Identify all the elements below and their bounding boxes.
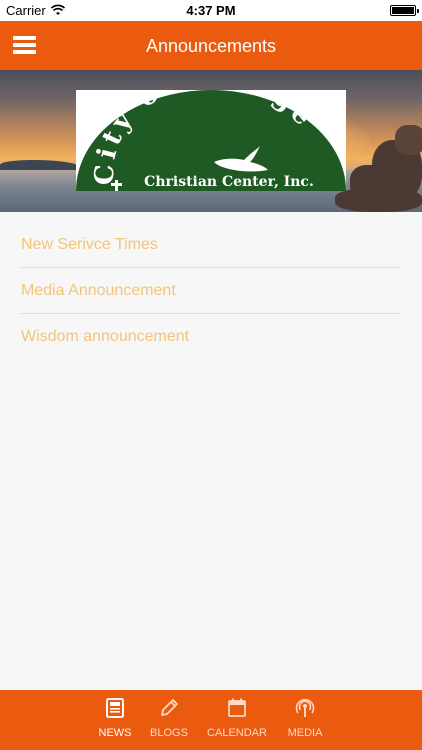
clock: 4:37 PM — [186, 3, 236, 18]
header-banner-image: City of Refuge Christian Center, Inc. — [0, 70, 422, 212]
announcement-list: New Serivce Times Media Announcement Wis… — [0, 222, 422, 360]
tab-calendar[interactable]: CALENDAR — [205, 690, 269, 750]
tab-label: BLOGS — [150, 727, 188, 739]
tab-label: NEWS — [98, 727, 132, 739]
battery-icon — [390, 5, 419, 16]
tab-blogs[interactable]: BLOGS — [148, 690, 190, 750]
announcement-item[interactable]: Wisdom announcement — [21, 314, 401, 360]
page-title: Announcements — [145, 36, 277, 56]
calendar-icon — [228, 698, 246, 717]
church-logo: City of Refuge Christian Center, Inc. — [76, 90, 346, 191]
tab-bar: NEWS BLOGS CALENDAR MEDIA — [0, 690, 422, 750]
news-icon — [106, 698, 124, 718]
logo-subtitle: Christian Center, Inc. — [144, 174, 314, 190]
announcement-item[interactable]: Media Announcement — [21, 268, 401, 314]
tab-media[interactable]: MEDIA — [284, 690, 326, 750]
tab-label: CALENDAR — [207, 727, 267, 739]
tab-news[interactable]: NEWS — [95, 690, 135, 750]
status-bar: Carrier 4:37 PM — [0, 0, 422, 21]
nav-bar: Announcements — [0, 21, 422, 70]
tab-label: MEDIA — [287, 727, 323, 739]
pencil-icon — [161, 699, 178, 716]
podcast-icon — [295, 698, 315, 717]
announcement-item[interactable]: New Serivce Times — [21, 222, 401, 268]
